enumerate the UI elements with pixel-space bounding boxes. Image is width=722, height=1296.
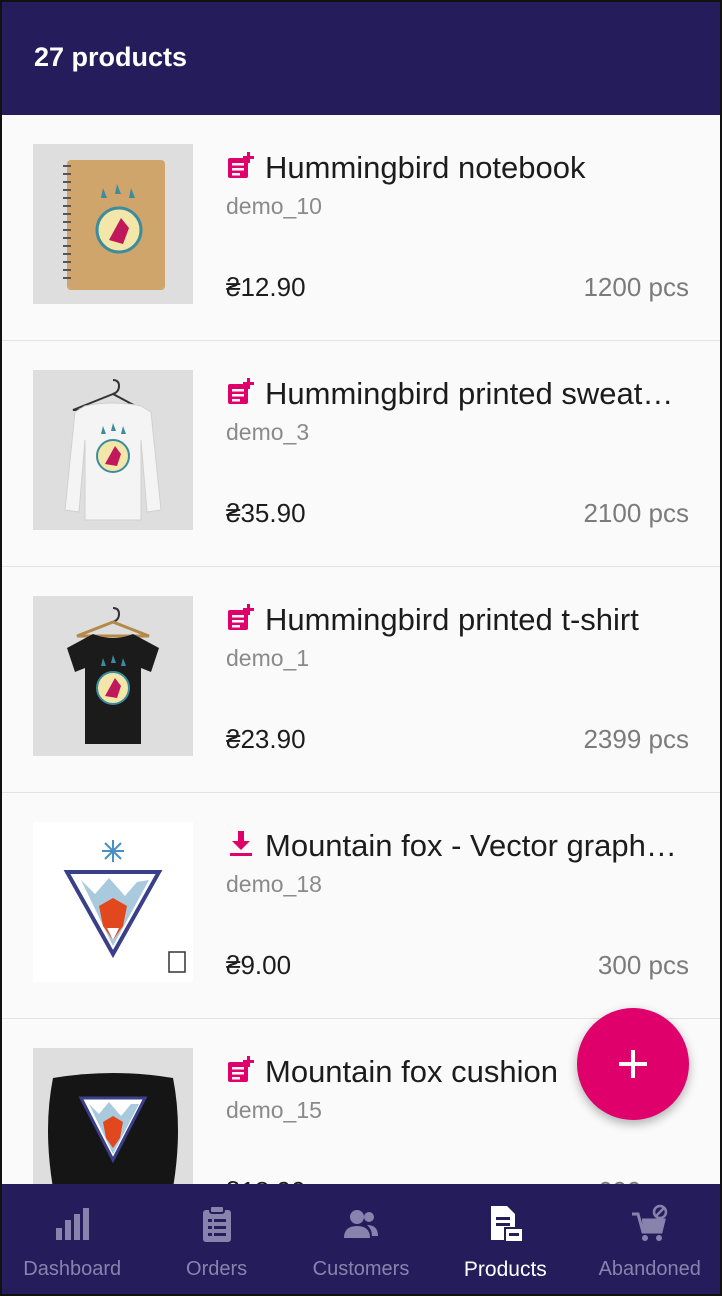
product-reference: demo_15 bbox=[226, 1097, 322, 1123]
product-quantity: 2399 pcs bbox=[583, 724, 689, 754]
product-list-item[interactable]: Hummingbird printed sweat… demo_3 ₴35.90… bbox=[0, 341, 722, 567]
product-name: Hummingbird notebook bbox=[265, 150, 586, 185]
add-product-button[interactable] bbox=[577, 1008, 689, 1120]
nav-item-customers[interactable]: Customers bbox=[289, 1184, 433, 1296]
product-name: Hummingbird printed t-shirt bbox=[265, 602, 639, 637]
document-icon bbox=[485, 1204, 525, 1244]
top-app-bar: 27 products bbox=[0, 0, 722, 115]
product-name: Hummingbird printed sweat… bbox=[265, 376, 674, 411]
product-reference: demo_1 bbox=[226, 645, 310, 671]
product-reference: demo_18 bbox=[226, 871, 322, 897]
standard-product-icon bbox=[226, 603, 256, 633]
product-quantity: 2100 pcs bbox=[583, 498, 689, 528]
product-thumbnail bbox=[33, 370, 193, 530]
standard-product-icon bbox=[226, 151, 256, 181]
product-quantity: 600 pcs bbox=[598, 1176, 689, 1184]
product-thumbnail bbox=[33, 596, 193, 756]
product-quantity: 1200 pcs bbox=[583, 272, 689, 302]
nav-item-dashboard[interactable]: Dashboard bbox=[0, 1184, 144, 1296]
product-price: ₴18.90 bbox=[226, 1176, 306, 1184]
product-price: ₴9.00 bbox=[226, 950, 292, 980]
product-price: ₴35.90 bbox=[226, 498, 306, 528]
nav-item-products[interactable]: Products bbox=[433, 1184, 577, 1296]
product-list-item[interactable]: Mountain fox - Vector graph… demo_18 ₴9.… bbox=[0, 793, 722, 1019]
nav-label: Orders bbox=[186, 1258, 248, 1280]
bar-chart-icon bbox=[52, 1204, 92, 1244]
product-price: ₴12.90 bbox=[226, 272, 306, 302]
nav-label: Abandoned bbox=[598, 1258, 701, 1280]
virtual-download-icon bbox=[226, 829, 256, 859]
plus-icon bbox=[619, 1050, 647, 1078]
product-reference: demo_3 bbox=[226, 419, 310, 445]
clipboard-icon bbox=[197, 1204, 237, 1244]
product-reference: demo_10 bbox=[226, 193, 322, 219]
nav-item-orders[interactable]: Orders bbox=[144, 1184, 288, 1296]
product-list-item[interactable]: Hummingbird notebook demo_10 ₴12.90 1200… bbox=[0, 115, 722, 341]
people-icon bbox=[341, 1204, 381, 1244]
nav-label: Customers bbox=[312, 1258, 410, 1280]
nav-item-abandoned[interactable]: Abandoned bbox=[578, 1184, 722, 1296]
product-thumbnail bbox=[33, 1048, 193, 1184]
standard-product-icon bbox=[226, 1055, 256, 1085]
product-thumbnail bbox=[33, 822, 193, 982]
bottom-navigation: Dashboard Orders Customers Products Aban… bbox=[0, 1184, 722, 1296]
product-price: ₴23.90 bbox=[226, 724, 306, 754]
standard-product-icon bbox=[226, 377, 256, 407]
cart-cancel-icon bbox=[630, 1204, 670, 1244]
page-title: 27 products bbox=[34, 42, 188, 72]
product-list-item[interactable]: Hummingbird printed t-shirt demo_1 ₴23.9… bbox=[0, 567, 722, 793]
nav-label: Products bbox=[463, 1258, 547, 1281]
nav-label: Dashboard bbox=[23, 1258, 122, 1280]
product-quantity: 300 pcs bbox=[597, 950, 689, 980]
product-thumbnail bbox=[33, 144, 193, 304]
product-name: Mountain fox - Vector graph… bbox=[265, 828, 677, 863]
